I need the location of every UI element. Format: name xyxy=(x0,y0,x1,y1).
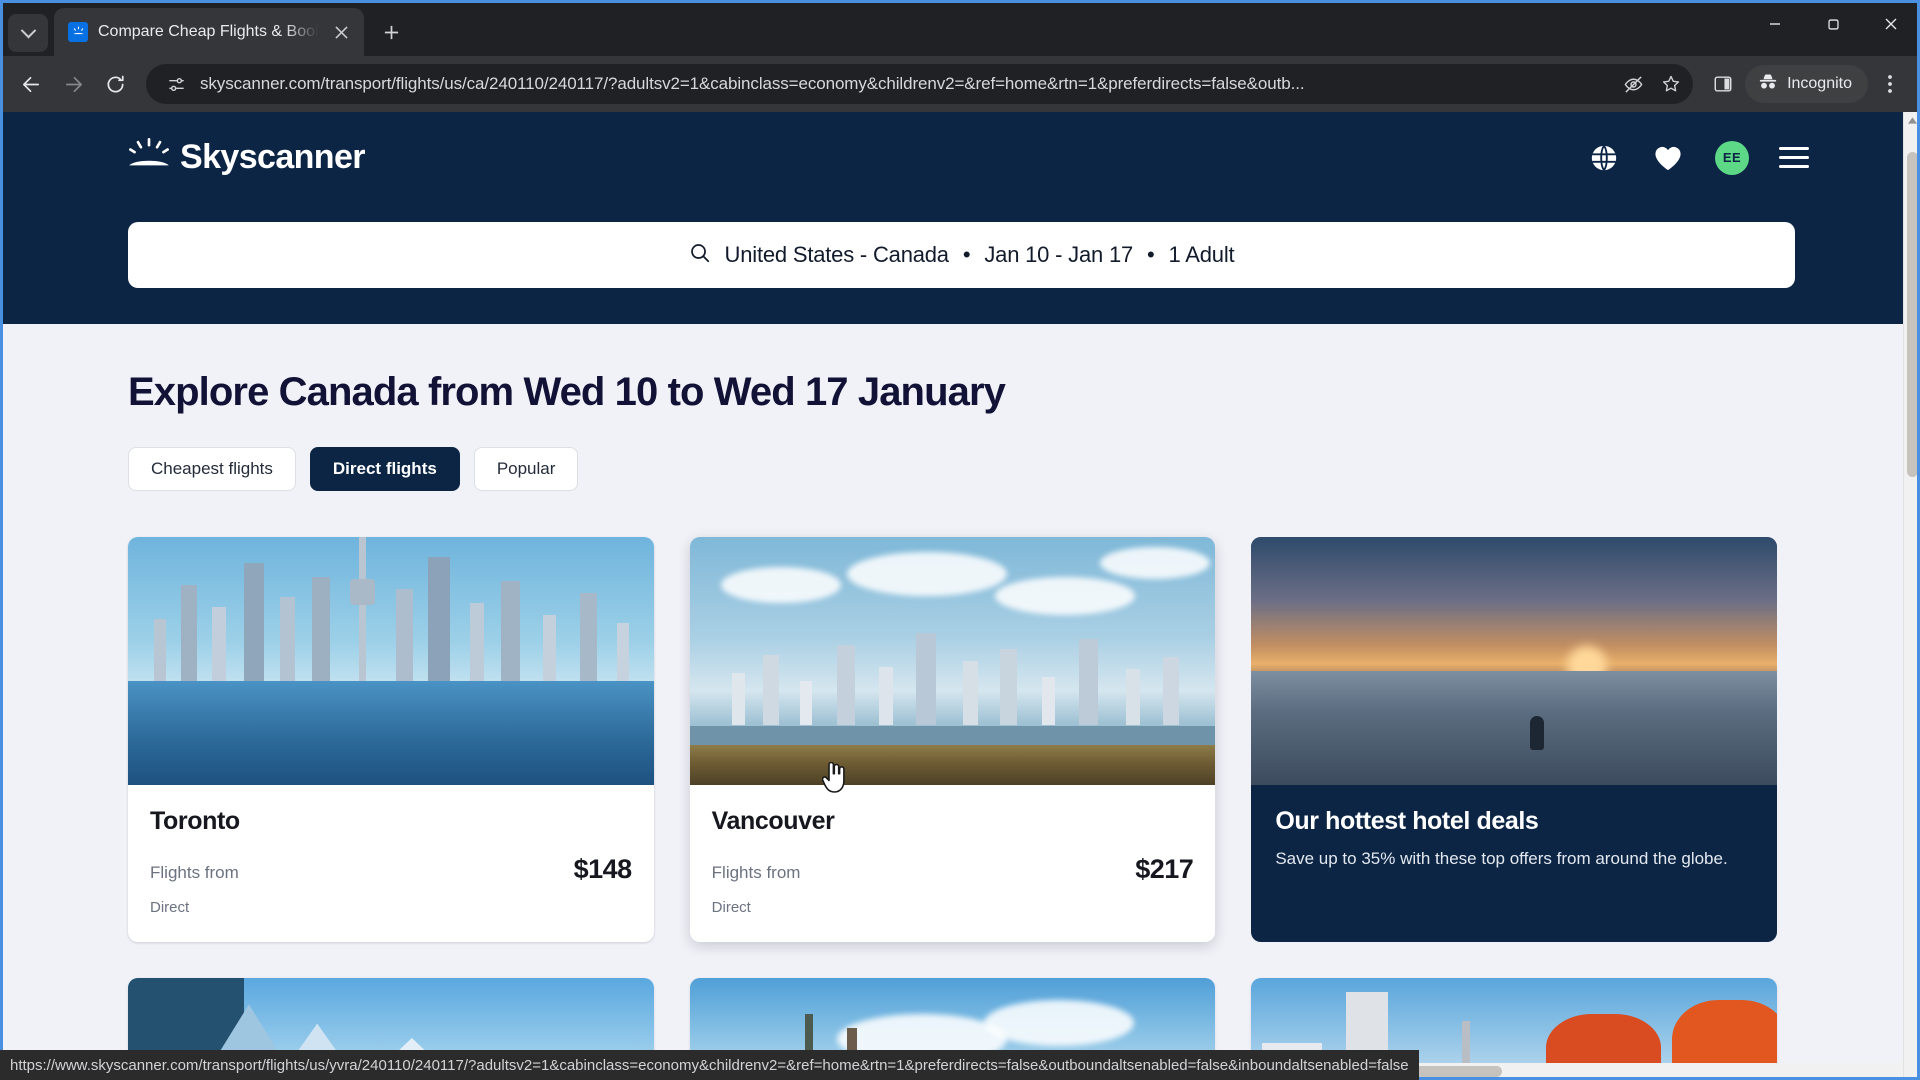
close-window-button[interactable] xyxy=(1862,0,1920,48)
filter-chip-cheapest[interactable]: Cheapest flights xyxy=(128,447,296,491)
skyscanner-page: Skyscanner EE United States - Canada • J… xyxy=(0,112,1905,1080)
url-text: skyscanner.com/transport/flights/us/ca/2… xyxy=(200,74,1305,93)
star-icon[interactable] xyxy=(1657,70,1685,98)
forward-button[interactable] xyxy=(54,65,92,103)
site-header: Skyscanner EE United States - Canada • J… xyxy=(0,112,1905,324)
price: $217 xyxy=(1135,854,1194,884)
eye-crossed-icon[interactable] xyxy=(1619,70,1647,98)
page-settings-icon[interactable] xyxy=(162,70,190,98)
window-controls xyxy=(1746,0,1920,48)
skyscanner-favicon xyxy=(68,22,88,42)
tab-strip: Compare Cheap Flights & Book xyxy=(0,0,1920,56)
page-title: Explore Canada from Wed 10 to Wed 17 Jan… xyxy=(128,370,1006,414)
search-route: United States - Canada xyxy=(724,242,949,267)
address-bar[interactable]: skyscanner.com/transport/flights/us/ca/2… xyxy=(146,64,1694,104)
infinity-pool-sunset-photo xyxy=(1251,537,1777,785)
header-actions: EE xyxy=(1587,140,1809,175)
brand-name: Skyscanner xyxy=(180,138,366,176)
status-bar-url: https://www.skyscanner.com/transport/fli… xyxy=(0,1050,1419,1080)
mouse-cursor-pointer xyxy=(821,761,848,799)
search-separator-2: • xyxy=(1147,242,1155,267)
tab-title: Compare Cheap Flights & Book xyxy=(98,23,318,40)
three-dots-icon[interactable] xyxy=(1872,65,1908,103)
back-button[interactable] xyxy=(12,65,50,103)
sunburst-icon xyxy=(128,138,170,177)
toronto-skyline-photo xyxy=(128,537,654,785)
page-viewport: Skyscanner EE United States - Canada • J… xyxy=(0,112,1920,1080)
avatar[interactable]: EE xyxy=(1715,140,1749,175)
search-separator-1: • xyxy=(962,242,971,267)
side-panel-icon[interactable] xyxy=(1705,65,1741,103)
destination-card-vancouver[interactable]: Vancouver Flights from $217 Direct xyxy=(689,537,1216,942)
tab-close-button[interactable] xyxy=(328,19,354,45)
flights-from-label: Flights from xyxy=(711,863,801,882)
promo-title: Our hottest hotel deals xyxy=(1275,807,1539,835)
flights-from-label: Flights from xyxy=(150,863,239,882)
search-summary-bar[interactable]: United States - Canada • Jan 10 - Jan 17… xyxy=(128,222,1795,288)
skyscanner-logo[interactable]: Skyscanner xyxy=(128,138,366,177)
destination-name: Toronto xyxy=(150,807,240,835)
stops-label: Direct xyxy=(150,899,190,916)
reload-button[interactable] xyxy=(96,65,134,103)
browser-window: Compare Cheap Flights & Book skyscanner.… xyxy=(0,0,1920,1080)
filter-chip-popular[interactable]: Popular xyxy=(473,447,579,491)
search-dates: Jan 10 - Jan 17 xyxy=(984,242,1134,267)
search-icon xyxy=(689,242,711,269)
stops-label: Direct xyxy=(711,899,751,916)
globe-icon[interactable] xyxy=(1587,141,1621,175)
filter-chip-group: Cheapest flights Direct flights Popular xyxy=(128,447,1777,491)
main-content: Explore Canada from Wed 10 to Wed 17 Jan… xyxy=(0,324,1905,1080)
search-travellers: 1 Adult xyxy=(1168,242,1235,267)
hamburger-menu-icon[interactable] xyxy=(1779,147,1809,168)
filter-chip-direct[interactable]: Direct flights xyxy=(309,447,460,491)
destination-grid: Toronto Flights from $148 Direct Vancouv… xyxy=(128,537,1777,942)
promo-card-hotel-deals[interactable]: Our hottest hotel deals Save up to 35% w… xyxy=(1251,537,1777,942)
vancouver-skyline-photo xyxy=(689,537,1216,785)
destination-name: Vancouver xyxy=(711,807,835,835)
scroll-up-arrow[interactable] xyxy=(1904,112,1920,129)
new-tab-button[interactable] xyxy=(374,15,408,49)
price: $148 xyxy=(573,854,633,884)
promo-text: Save up to 35% with these top offers fro… xyxy=(1275,849,1728,868)
minimize-button[interactable] xyxy=(1746,0,1804,48)
incognito-indicator[interactable]: Incognito xyxy=(1745,65,1868,103)
browser-tab[interactable]: Compare Cheap Flights & Book xyxy=(54,8,364,56)
maximize-button[interactable] xyxy=(1804,0,1862,48)
browser-toolbar: skyscanner.com/transport/flights/us/ca/2… xyxy=(0,56,1920,112)
destination-card-toronto[interactable]: Toronto Flights from $148 Direct xyxy=(128,537,654,942)
vertical-scrollbar-thumb[interactable] xyxy=(1907,152,1918,477)
incognito-label: Incognito xyxy=(1787,75,1852,92)
chevron-down-icon xyxy=(20,22,36,38)
heart-icon[interactable] xyxy=(1651,141,1685,175)
incognito-icon xyxy=(1757,72,1779,97)
vertical-scrollbar[interactable] xyxy=(1903,112,1920,1080)
tab-search-button[interactable] xyxy=(8,14,48,52)
